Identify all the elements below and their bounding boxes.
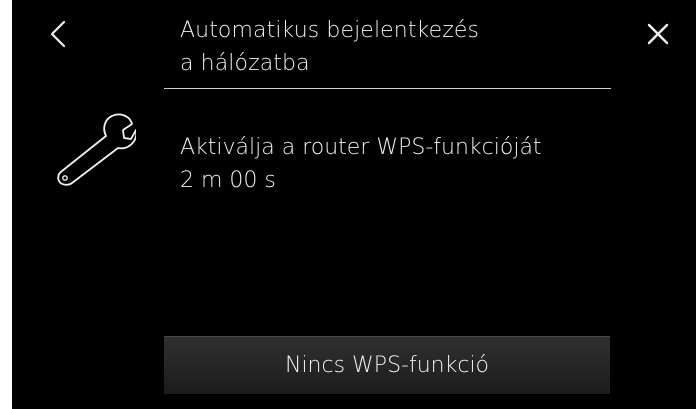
instruction-text: Aktiválja a router WPS-funkcióját xyxy=(180,135,542,160)
screen: Automatikus bejelentkezés a hálózatba Ak… xyxy=(0,0,696,409)
page-title: Automatikus bejelentkezés a hálózatba xyxy=(180,14,610,80)
chevron-left-icon xyxy=(50,20,66,48)
wrench-icon xyxy=(57,113,136,186)
title-line-1: Automatikus bejelentkezés xyxy=(180,18,480,43)
close-button[interactable] xyxy=(638,14,678,54)
back-button[interactable] xyxy=(40,14,80,54)
no-wps-button[interactable]: Nincs WPS-funkció xyxy=(164,336,610,394)
title-divider xyxy=(164,88,611,89)
dialog-panel: Automatikus bejelentkezés a hálózatba Ak… xyxy=(12,0,696,409)
close-icon xyxy=(647,23,669,45)
countdown-timer: 2 m 00 s xyxy=(180,168,276,193)
title-line-2: a hálózatba xyxy=(180,51,310,76)
no-wps-button-label: Nincs WPS-funkció xyxy=(284,353,490,378)
